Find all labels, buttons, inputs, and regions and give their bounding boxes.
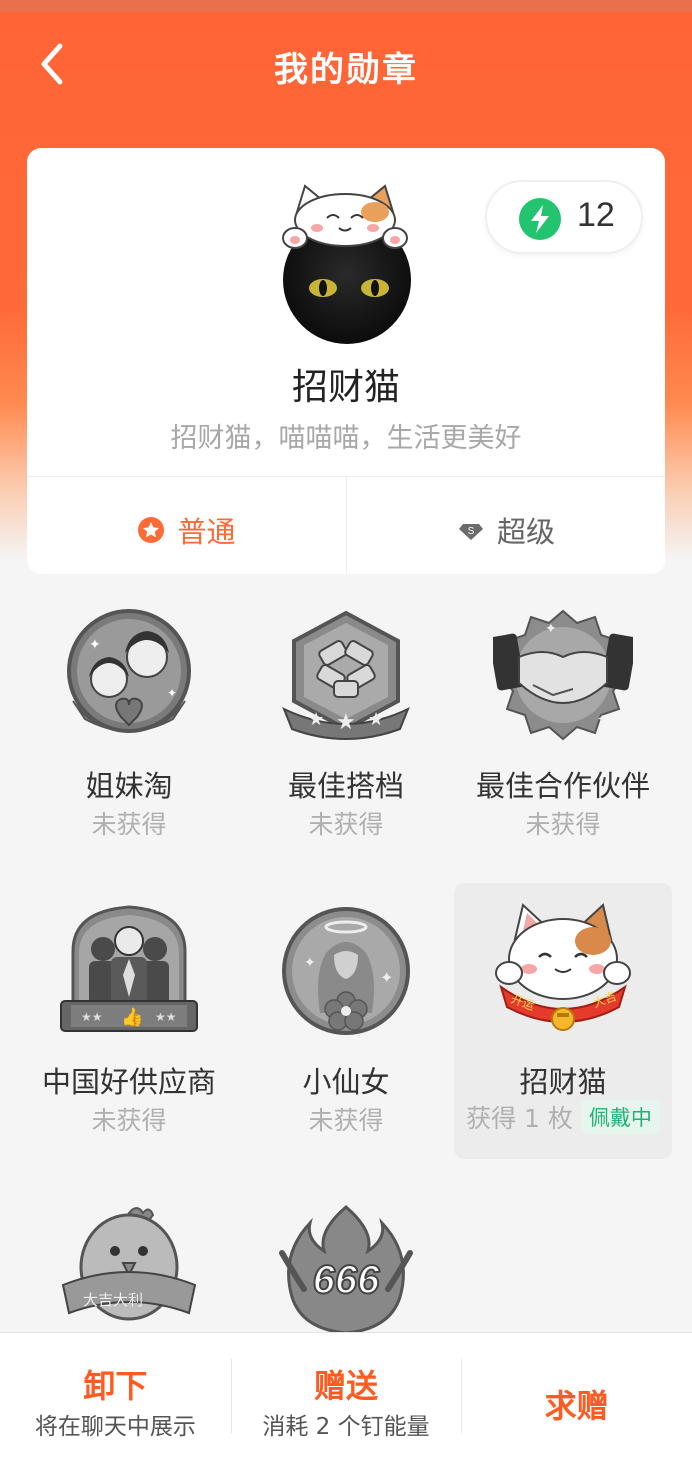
energy-counter[interactable]: 12 [485,180,643,254]
svg-text:★★: ★★ [155,1010,177,1024]
badge-status: 未获得 [308,810,384,839]
badge-status: 未获得 [91,1106,167,1135]
badge-item[interactable]: ★ ★ ★ 最佳搭档 未获得 [237,595,455,871]
badge-name: 姐妹淘 [85,769,173,803]
request-gift-button[interactable]: 求赠 [461,1333,692,1458]
bottom-action-bar: 卸下 将在聊天中展示 赠送 消耗 2 个钉能量 求赠 [0,1332,692,1458]
badge-name: 中国好供应商 [41,1065,216,1099]
energy-count: 12 [577,196,615,234]
gift-button[interactable]: 赠送 消耗 2 个钉能量 [230,1333,462,1458]
lucky-cat-badge-icon: 开运 大吉 [495,903,631,1031]
diamond-icon: S [458,524,483,540]
svg-text:★: ★ [368,709,384,730]
badge-name: 招财猫 [519,1065,607,1099]
status-bar [0,0,692,12]
badge-name: 最佳合作伙伴 [475,769,650,803]
badge-status: 未获得 [91,810,167,839]
header: 我的勋章 [0,12,692,116]
gift-label: 赠送 [314,1367,379,1405]
badge-item[interactable]: ★★ ★★ 👍 中国好供应商 未获得 [20,891,238,1167]
profile-name: 招财猫 [291,367,400,408]
badge-item-active[interactable]: 开运 大吉 招财猫 获得 1 枚佩戴中 [454,883,672,1159]
666-fire-badge-icon: 666 [279,1205,413,1335]
supplier-badge-icon: ★★ ★★ 👍 [60,905,198,1032]
page-title: 我的勋章 [274,50,418,90]
svg-text:👍: 👍 [121,1006,143,1028]
svg-text:★: ★ [308,709,324,730]
badge-status: 未获得 [525,810,601,839]
unequip-hint: 将在聊天中展示 [34,1414,196,1440]
badge-item[interactable]: ✦ ✦ 姐妹淘 未获得 [20,595,238,871]
handshake-badge-icon: ✦ ✦ [493,609,633,741]
badge-tabs: 普通 S 超级 [27,476,665,574]
profile-description: 招财猫，喵喵喵，生活更美好 [170,423,522,454]
svg-text:✦: ✦ [545,621,557,637]
svg-text:S: S [468,526,475,537]
svg-text:✦: ✦ [597,712,607,726]
svg-text:✦: ✦ [380,968,393,987]
badge-item[interactable]: ✦ ✦ 小仙女 未获得 [237,891,455,1167]
tab-normal-label: 普通 [177,515,236,549]
banner-text: 666 [313,1258,380,1302]
fairy-badge-icon: ✦ ✦ [282,907,410,1035]
sisters-badge-icon: ✦ ✦ [67,609,191,733]
wearing-tag: 佩戴中 [580,1100,660,1134]
unequip-label: 卸下 [83,1367,148,1405]
banner-text: 大吉大利 [83,1291,143,1309]
tab-super[interactable]: S 超级 [346,477,665,574]
avatar[interactable] [275,182,415,344]
lucky-chick-badge-icon: 大吉大利 [61,1207,197,1321]
svg-text:★: ★ [336,710,356,735]
badge-status-text: 获得 1 枚 [466,1104,573,1133]
badge-item[interactable]: ✦ ✦ 最佳合作伙伴 未获得 [454,595,672,871]
tab-super-label: 超级 [496,515,555,549]
badge-name: 最佳搭档 [287,769,404,803]
badge-status: 未获得 [308,1106,384,1135]
svg-text:✦: ✦ [89,637,101,653]
star-badge-icon [138,517,165,543]
svg-text:✦: ✦ [167,686,177,700]
badge-name: 小仙女 [302,1065,390,1099]
profile-card: 12 招财猫 招财猫，喵喵喵，生活更美好 普通 S 超级 [27,148,665,574]
unequip-button[interactable]: 卸下 将在聊天中展示 [0,1333,231,1458]
tab-normal[interactable]: 普通 [27,477,346,574]
lightning-icon [519,198,561,240]
svg-text:✦: ✦ [304,955,316,971]
gift-hint: 消耗 2 个钉能量 [262,1414,430,1440]
badge-status: 获得 1 枚佩戴中 [454,1099,672,1135]
lucky-cat-hat-icon [282,184,408,249]
svg-text:★★: ★★ [81,1010,103,1024]
teamwork-badge-icon: ★ ★ ★ [282,610,410,740]
request-gift-label: 求赠 [544,1387,609,1425]
